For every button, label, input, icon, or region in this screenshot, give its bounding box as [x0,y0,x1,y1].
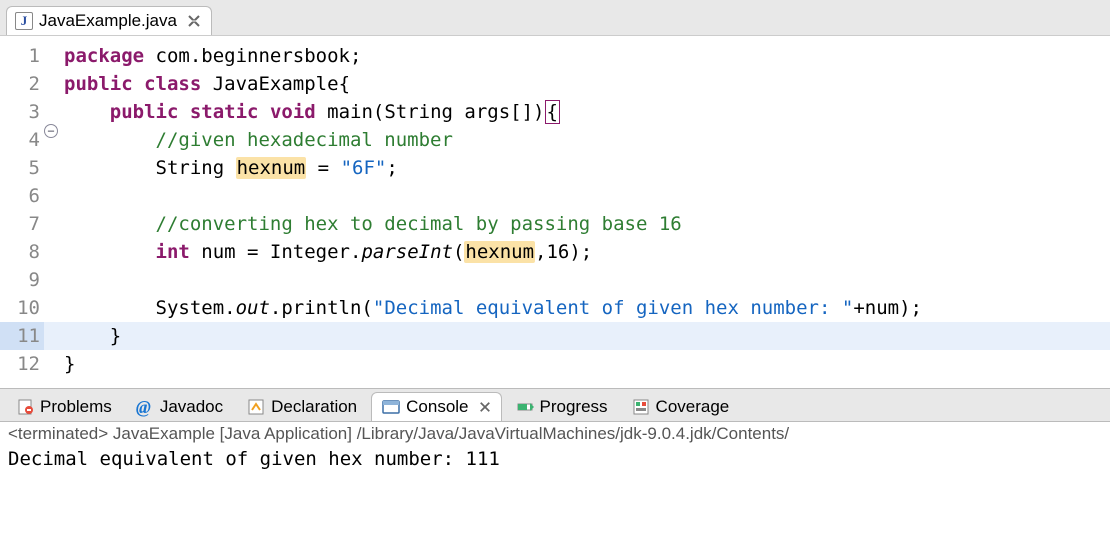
tab-declaration-label: Declaration [271,397,357,417]
line-number: 10 [0,294,44,322]
code-text[interactable]: public class JavaExample{ [64,70,350,98]
editor-tab-label: JavaExample.java [39,11,177,31]
problems-icon [16,398,34,416]
console-icon [382,398,400,416]
line-number: 1 [0,42,44,70]
code-text[interactable]: int num = Integer.parseInt(hexnum,16); [64,238,592,266]
line-number: 2 [0,70,44,98]
tab-declaration[interactable]: Declaration [237,393,367,421]
code-line[interactable]: 12} [0,350,1110,378]
code-text[interactable]: System.out.println("Decimal equivalent o… [64,294,922,322]
tab-coverage[interactable]: Coverage [622,393,740,421]
javadoc-icon: @ [136,398,154,416]
tab-console-label: Console [406,397,468,417]
code-line[interactable]: 5 String hexnum = "6F"; [0,154,1110,182]
close-icon[interactable] [187,14,201,28]
tab-console[interactable]: Console [371,392,501,421]
code-editor[interactable]: 1 package com.beginnersbook; 2 public class… [0,36,1110,388]
code-text[interactable]: public static void main(String args[]){ [64,98,560,126]
code-line[interactable]: 11 } [0,322,1110,350]
close-icon[interactable] [479,401,491,413]
line-number: 8 [0,238,44,266]
code-line[interactable]: 4 //given hexadecimal number [0,126,1110,154]
tab-progress[interactable]: Progress [506,393,618,421]
console-status: <terminated> JavaExample [Java Applicati… [0,422,1110,444]
line-number: 9 [0,266,44,294]
line-number: 11 [0,322,44,350]
code-line[interactable]: 10 System.out.println("Decimal equivalen… [0,294,1110,322]
console-output[interactable]: Decimal equivalent of given hex number: … [0,444,1110,474]
code-line[interactable]: 1 package com.beginnersbook; [0,42,1110,70]
code-text[interactable]: String hexnum = "6F"; [64,154,398,182]
code-line[interactable]: 3− public static void main(String args[]… [0,98,1110,126]
line-number: 5 [0,154,44,182]
code-line[interactable]: 7 //converting hex to decimal by passing… [0,210,1110,238]
progress-icon [516,398,534,416]
tab-problems-label: Problems [40,397,112,417]
tab-progress-label: Progress [540,397,608,417]
java-file-icon: J [15,12,33,30]
code-line[interactable]: 2 public class JavaExample{ [0,70,1110,98]
tab-coverage-label: Coverage [656,397,730,417]
line-number: 6 [0,182,44,210]
editor-tab-bar: J JavaExample.java [0,0,1110,36]
tab-javadoc[interactable]: @ Javadoc [126,393,233,421]
tab-javadoc-label: Javadoc [160,397,223,417]
line-number: 3 [0,98,44,126]
line-number: 7 [0,210,44,238]
code-text[interactable]: package com.beginnersbook; [64,42,361,70]
code-line[interactable]: 6 [0,182,1110,210]
bottom-tab-bar: Problems @ Javadoc Declaration Console P… [0,388,1110,422]
fold-toggle-icon[interactable]: − [44,124,58,138]
code-line[interactable]: 8 int num = Integer.parseInt(hexnum,16); [0,238,1110,266]
code-text[interactable]: } [64,322,121,350]
code-line[interactable]: 9 [0,266,1110,294]
coverage-icon [632,398,650,416]
tab-problems[interactable]: Problems [6,393,122,421]
editor-tab-active[interactable]: J JavaExample.java [6,6,212,35]
declaration-icon [247,398,265,416]
code-text[interactable]: } [64,350,75,378]
code-text[interactable]: //converting hex to decimal by passing b… [64,210,682,238]
code-text[interactable]: //given hexadecimal number [64,126,453,154]
line-number: 12 [0,350,44,378]
line-number: 4 [0,126,44,154]
